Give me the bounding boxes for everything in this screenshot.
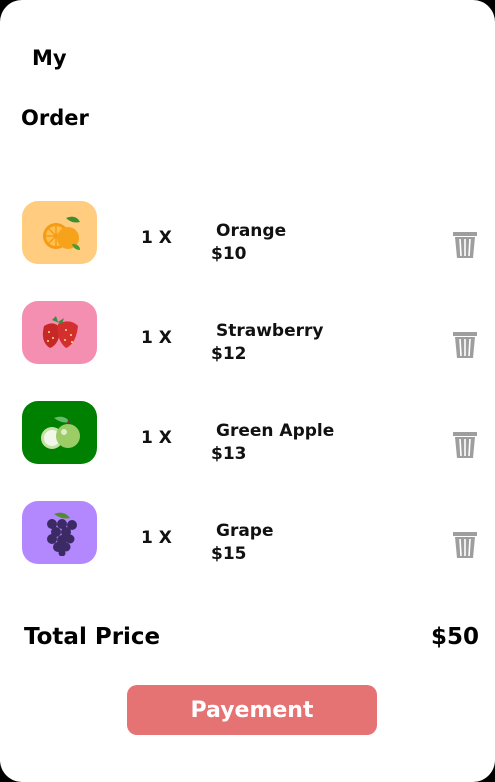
- page-title-line2: Order: [21, 106, 89, 130]
- total-price-label: Total Price: [24, 624, 161, 650]
- order-item-strawberry: 1 X Strawberry $12: [0, 301, 495, 365]
- item-price: $12: [211, 344, 247, 364]
- trash-icon[interactable]: [452, 431, 478, 459]
- trash-icon[interactable]: [452, 531, 478, 559]
- orange-icon: [42, 216, 80, 250]
- item-quantity: 1 X: [141, 528, 172, 548]
- strawberry-thumbnail: [22, 301, 97, 364]
- orange-thumbnail: [22, 201, 97, 264]
- item-name: Green Apple: [216, 421, 335, 441]
- total-price-value: $50: [430, 624, 479, 650]
- page-title-line1: My: [32, 46, 67, 70]
- item-name: Grape: [216, 521, 274, 541]
- green-apple-icon: [40, 416, 80, 449]
- order-item-orange: 1 X Orange $10: [0, 201, 495, 265]
- grape-thumbnail: [22, 501, 97, 564]
- payment-button[interactable]: Payement: [127, 685, 377, 735]
- item-price: $15: [211, 544, 247, 564]
- item-name: Strawberry: [216, 321, 324, 341]
- order-panel: My Order 1 X Orange $10 1 X Strawberry $…: [0, 0, 495, 782]
- order-item-green-apple: 1 X Green Apple $13: [0, 401, 495, 465]
- strawberry-icon: [42, 315, 78, 348]
- item-quantity: 1 X: [141, 328, 172, 348]
- item-quantity: 1 X: [141, 228, 172, 248]
- grape-icon: [46, 512, 77, 556]
- green-apple-thumbnail: [22, 401, 97, 464]
- item-price: $13: [211, 444, 247, 464]
- trash-icon[interactable]: [452, 331, 478, 359]
- item-price: $10: [211, 244, 247, 264]
- order-item-grape: 1 X Grape $15: [0, 501, 495, 565]
- item-quantity: 1 X: [141, 428, 172, 448]
- item-name: Orange: [216, 221, 287, 241]
- trash-icon[interactable]: [452, 231, 478, 259]
